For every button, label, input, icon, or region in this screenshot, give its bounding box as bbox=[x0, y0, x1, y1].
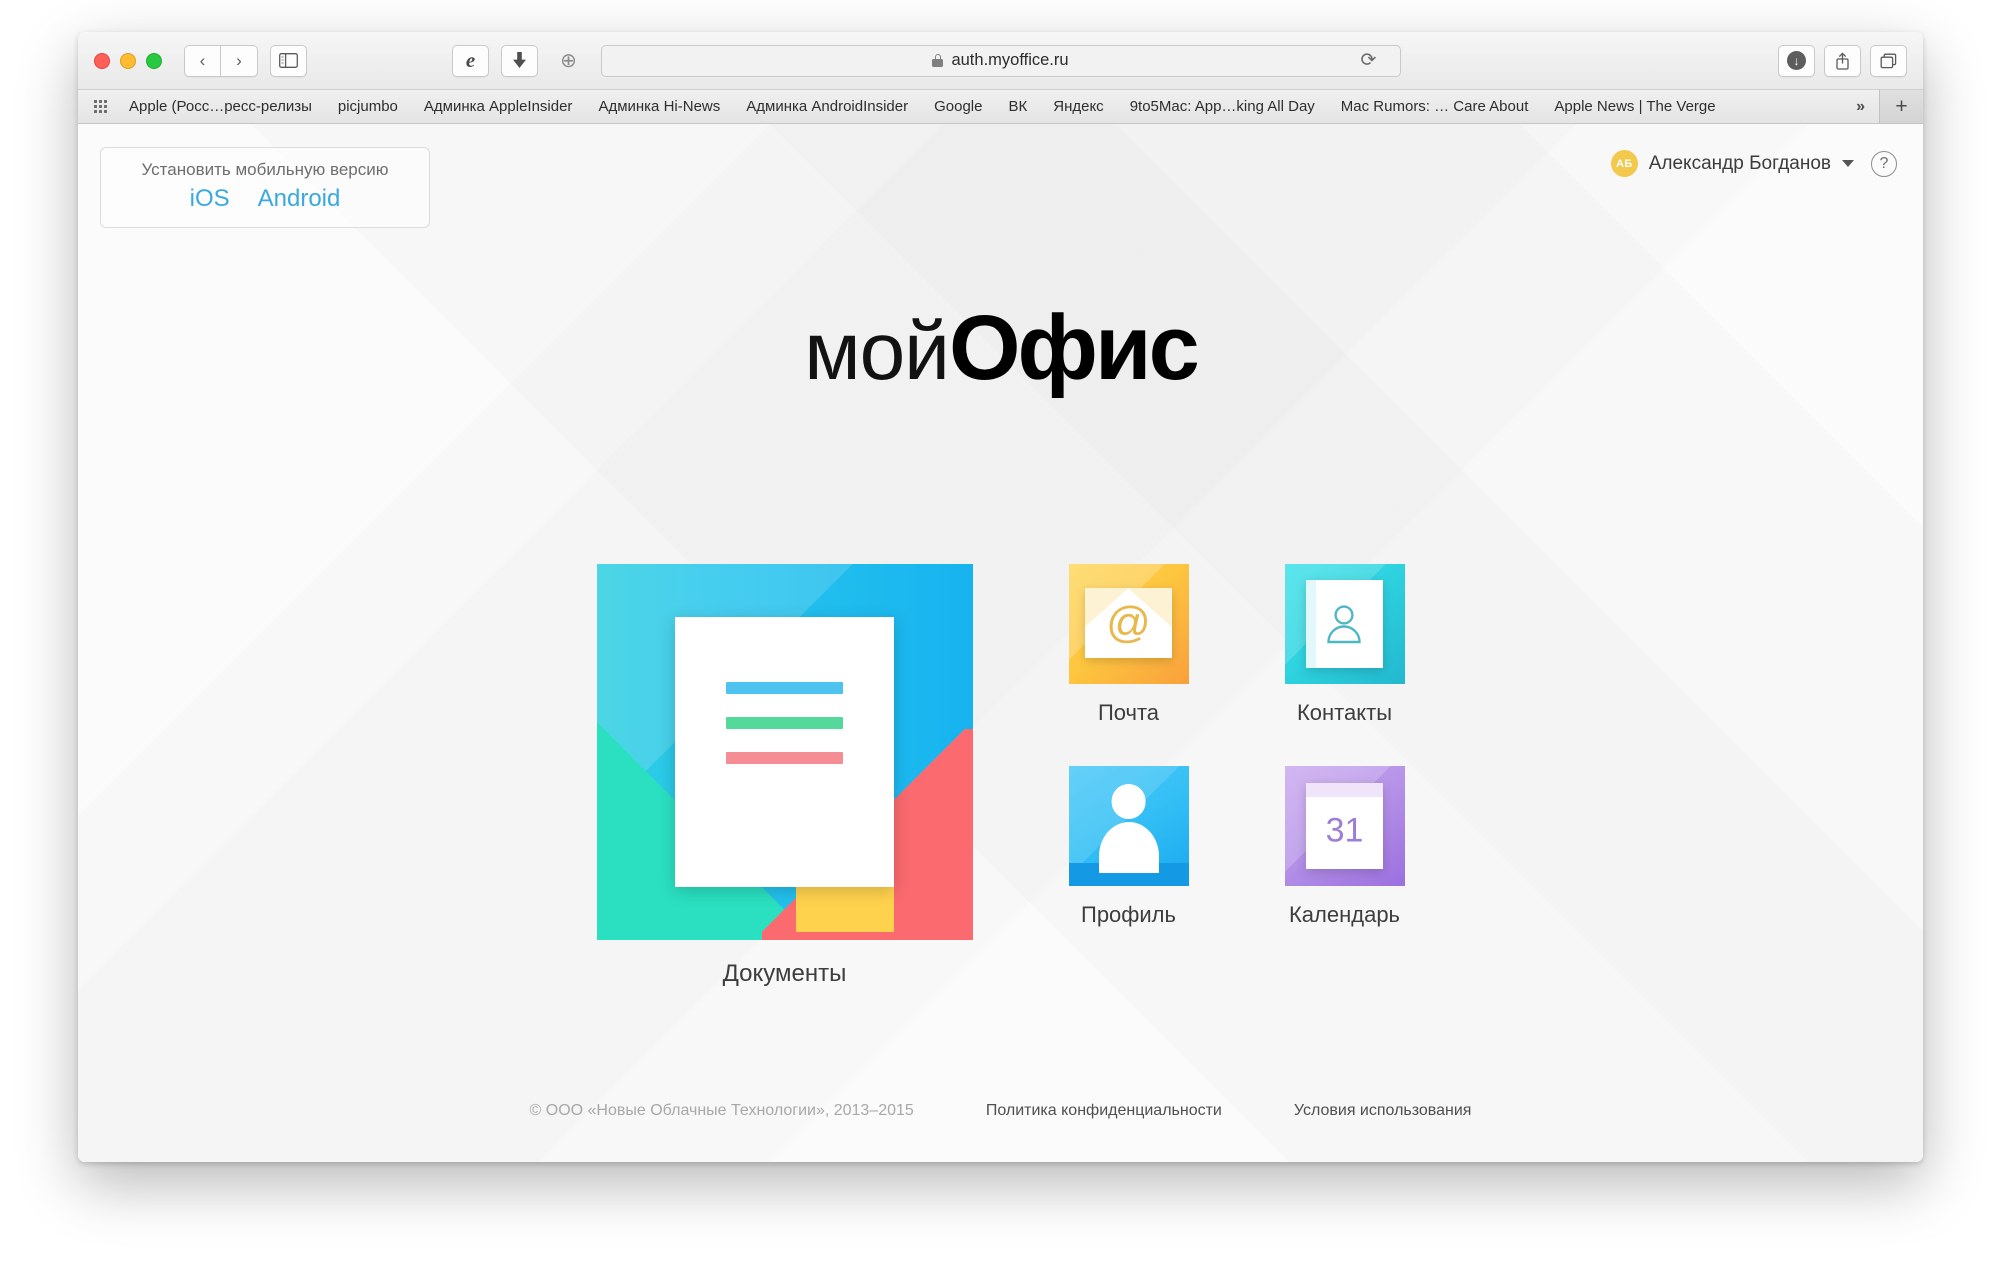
bookmark-item[interactable]: picjumbo bbox=[338, 98, 398, 115]
calendar-icon: 31 bbox=[1284, 766, 1405, 886]
install-mobile-box: Установить мобильную версию iOS Android bbox=[100, 147, 430, 228]
help-icon[interactable]: ? bbox=[1871, 150, 1897, 177]
bookmark-item[interactable]: ВК bbox=[1008, 98, 1027, 115]
add-bookmark-button[interactable]: ⊕ bbox=[550, 45, 587, 77]
reload-button[interactable]: ⟳ bbox=[1353, 45, 1385, 77]
bookmark-item[interactable]: Apple (Росс…ресс-релизы bbox=[129, 98, 312, 115]
window-controls bbox=[94, 52, 162, 69]
download-circle-icon: ↓ bbox=[1787, 51, 1806, 70]
new-tab-button[interactable]: + bbox=[1879, 90, 1923, 123]
back-button[interactable]: ‹ bbox=[184, 44, 221, 77]
page-footer: © ООО «Новые Облачные Технологии», 2013–… bbox=[78, 1102, 1923, 1120]
bookmark-item[interactable]: Apple News | The Verge bbox=[1554, 98, 1715, 115]
reload-icon: ⟳ bbox=[1360, 50, 1377, 71]
logo-thin-part: мой bbox=[804, 306, 950, 397]
user-account-area: АБ Александр Богданов ? bbox=[1610, 150, 1897, 177]
documents-icon bbox=[596, 564, 973, 940]
terms-of-use-link[interactable]: Условия использования bbox=[1294, 1102, 1472, 1120]
bookmark-item[interactable]: Админка Hi-News bbox=[598, 98, 720, 115]
bookmark-list: Apple (Росс…ресс-релизы picjumbo Админка… bbox=[129, 98, 1842, 115]
maximize-window-button[interactable] bbox=[146, 52, 162, 69]
chevron-left-icon: ‹ bbox=[199, 50, 206, 70]
lock-icon bbox=[932, 54, 944, 67]
ie-icon: e bbox=[465, 48, 476, 72]
page-title: мойОфис bbox=[78, 302, 1923, 394]
navigation-buttons: ‹ › bbox=[184, 44, 258, 77]
apps-grid-icon[interactable] bbox=[94, 100, 107, 113]
user-name[interactable]: Александр Богданов bbox=[1649, 153, 1831, 175]
chevron-down-icon[interactable] bbox=[1842, 160, 1854, 167]
bookmarks-overflow-icon[interactable]: » bbox=[1842, 90, 1879, 123]
plus-circle-icon: ⊕ bbox=[560, 50, 577, 72]
logo-bold-part: Офис bbox=[949, 297, 1200, 399]
bookmark-item[interactable]: Админка AndroidInsider bbox=[746, 98, 908, 115]
show-all-tabs-button[interactable] bbox=[1870, 44, 1907, 77]
app-tile-profile[interactable]: Профиль bbox=[1068, 766, 1189, 928]
contacts-icon bbox=[1284, 564, 1405, 684]
url-text: auth.myoffice.ru bbox=[951, 51, 1069, 69]
calendar-day-number: 31 bbox=[1325, 811, 1364, 850]
install-mobile-title: Установить мобильную версию bbox=[141, 160, 389, 179]
address-bar[interactable]: auth.myoffice.ru bbox=[600, 44, 1401, 77]
downloads-extension-button[interactable] bbox=[501, 44, 538, 77]
mail-icon: @ bbox=[1068, 564, 1189, 684]
copyright-text: © ООО «Новые Облачные Технологии», 2013–… bbox=[529, 1102, 914, 1119]
forward-button[interactable]: › bbox=[221, 44, 258, 77]
profile-icon bbox=[1068, 766, 1189, 886]
sidebar-icon bbox=[279, 53, 298, 68]
chevron-right-icon: › bbox=[236, 50, 242, 70]
app-label-mail: Почта bbox=[1097, 700, 1160, 725]
sidebar-toggle-button[interactable] bbox=[270, 44, 307, 77]
bookmarks-bar-right: » + bbox=[1842, 90, 1923, 123]
close-window-button[interactable] bbox=[94, 52, 110, 69]
install-ios-link[interactable]: iOS bbox=[190, 185, 230, 213]
at-symbol: @ bbox=[1106, 597, 1151, 647]
app-label-documents: Документы bbox=[722, 960, 847, 987]
tabs-icon bbox=[1880, 53, 1897, 68]
app-tile-mail[interactable]: @ Почта bbox=[1068, 564, 1189, 726]
downloads-button[interactable]: ↓ bbox=[1778, 44, 1815, 77]
app-grid: Документы @ Почта Контакты Профиль 31 Ка… bbox=[78, 564, 1923, 988]
browser-window: ‹ › e ⊕ auth.myoffice.ru ⟳ ↓ Apple (Росс… bbox=[78, 32, 1923, 1162]
privacy-policy-link[interactable]: Политика конфиденциальности bbox=[986, 1102, 1222, 1120]
download-arrow-icon bbox=[513, 52, 526, 68]
bookmarks-bar: Apple (Росс…ресс-релизы picjumbo Админка… bbox=[78, 90, 1923, 124]
app-label-contacts: Контакты bbox=[1296, 700, 1393, 725]
app-tile-documents[interactable]: Документы bbox=[596, 564, 973, 988]
app-label-profile: Профиль bbox=[1081, 902, 1176, 927]
bookmark-item[interactable]: Админка AppleInsider bbox=[424, 98, 573, 115]
app-tile-calendar[interactable]: 31 Календарь bbox=[1284, 766, 1405, 928]
bookmark-item[interactable]: Яндекс bbox=[1053, 98, 1103, 115]
bookmark-item[interactable]: Mac Rumors: … Care About bbox=[1341, 98, 1529, 115]
avatar: АБ bbox=[1610, 150, 1638, 177]
app-label-calendar: Календарь bbox=[1288, 902, 1401, 927]
share-icon bbox=[1836, 51, 1849, 70]
person-outline-icon bbox=[1327, 605, 1362, 644]
internet-explorer-button[interactable]: e bbox=[452, 44, 489, 77]
bookmark-item[interactable]: Google bbox=[934, 98, 982, 115]
browser-toolbar: ‹ › e ⊕ auth.myoffice.ru ⟳ ↓ bbox=[78, 32, 1923, 90]
bookmark-item[interactable]: 9to5Mac: App…king All Day bbox=[1130, 98, 1315, 115]
page-content: Установить мобильную версию iOS Android … bbox=[78, 124, 1923, 1162]
minimize-window-button[interactable] bbox=[120, 52, 136, 69]
share-button[interactable] bbox=[1824, 44, 1861, 77]
app-tile-contacts[interactable]: Контакты bbox=[1284, 564, 1405, 726]
small-app-column: @ Почта Контакты Профиль 31 Календарь bbox=[1068, 564, 1405, 928]
install-android-link[interactable]: Android bbox=[258, 185, 341, 213]
toolbar-right-actions: ↓ bbox=[1778, 44, 1907, 77]
